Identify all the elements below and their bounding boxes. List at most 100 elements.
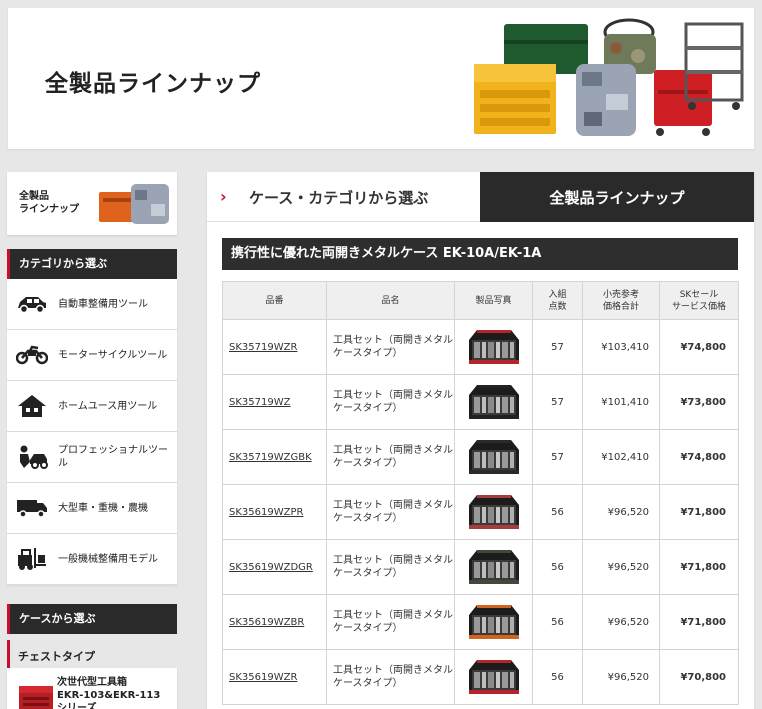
sidebar-item-general-machinery[interactable]: 一般機械整備用モデル (7, 534, 177, 585)
product-name: 工具セット（両開きメタルケースタイプ） (326, 539, 455, 595)
col-header-sale: SKセール サービス価格 (659, 281, 739, 320)
retail-price: ¥102,410 (582, 429, 660, 485)
mechanic-icon (15, 443, 49, 471)
table-row: SK35619WZR 工具セット（両開きメタルケースタイプ） 56 ¥96,520 ¥7… (222, 649, 739, 705)
tool-kit-photo[interactable] (467, 491, 521, 533)
product-code-cell: SK35619WZR (222, 649, 327, 705)
ekr-chest-label: 次世代型工具箱 EKR-103&EKR-113 シリーズ (57, 677, 161, 709)
product-table: 品番 品名 製品写真 入組 点数 小売参考 価格合計 SKセール サービス価格 … (222, 281, 739, 705)
sale-price: ¥70,800 (659, 649, 739, 705)
product-code-link[interactable]: SK35619WZPR (229, 507, 303, 518)
parts-count: 57 (532, 374, 583, 430)
product-code-link[interactable]: SK35719WZGBK (229, 452, 312, 463)
tab-label: 全製品ラインナップ (549, 189, 685, 207)
sale-price: ¥74,800 (659, 319, 739, 375)
retail-price: ¥96,520 (582, 539, 660, 595)
chest-type-heading: チェストタイプ (7, 640, 177, 668)
sale-price: ¥74,800 (659, 429, 739, 485)
sidebar-item-label: モーターサイクルツール (58, 349, 168, 361)
retail-price: ¥96,520 (582, 594, 660, 650)
tab-all-products[interactable]: 全製品ラインナップ (480, 172, 754, 222)
product-code-link[interactable]: SK35719WZR (229, 342, 297, 353)
product-photo-cell (454, 319, 533, 375)
product-code-cell: SK35719WZGBK (222, 429, 327, 485)
sale-price: ¥71,800 (659, 539, 739, 595)
parts-count: 56 (532, 649, 583, 705)
product-name: 工具セット（両開きメタルケースタイプ） (326, 649, 455, 705)
tool-kit-photo[interactable] (467, 381, 521, 423)
page-banner: 全製品ラインナップ (8, 8, 754, 149)
sale-price: ¥73,800 (659, 374, 739, 430)
lineup-thumbnail-image (99, 184, 169, 224)
tool-kit-photo[interactable] (467, 436, 521, 478)
sale-price: ¥71,800 (659, 594, 739, 650)
product-photo-cell (454, 594, 533, 650)
product-name: 工具セット（両開きメタルケースタイプ） (326, 484, 455, 540)
tool-kit-photo[interactable] (467, 326, 521, 368)
product-code-cell: SK35619WZBR (222, 594, 327, 650)
tool-kit-photo[interactable] (467, 656, 521, 698)
col-header-name: 品名 (326, 281, 455, 320)
sidebar-item-label: ホームユース用ツール (58, 400, 158, 412)
product-photo-cell (454, 429, 533, 485)
main-panel: › ケース・カテゴリから選ぶ 全製品ラインナップ 携行性に優れた両開きメタルケー… (207, 172, 754, 709)
toolbox-lineup-image (474, 18, 744, 136)
product-photo-cell (454, 539, 533, 595)
sale-price: ¥71,800 (659, 484, 739, 540)
parts-count: 57 (532, 429, 583, 485)
sidebar-lineup-card[interactable]: 全製品 ラインナップ (7, 172, 177, 235)
table-header-row: 品番 品名 製品写真 入組 点数 小売参考 価格合計 SKセール サービス価格 (222, 281, 739, 320)
sidebar-item-professional-tools[interactable]: プロフェッショナルツール (7, 432, 177, 483)
house-icon (15, 392, 49, 420)
product-code-link[interactable]: SK35619WZBR (229, 617, 304, 628)
tab-label: ケース・カテゴリから選ぶ (249, 189, 429, 207)
table-row: SK35619WZBR 工具セット（両開きメタルケースタイプ） 56 ¥96,520 ¥… (222, 594, 739, 650)
sidebar-item-home-tools[interactable]: ホームユース用ツール (7, 381, 177, 432)
product-code-cell: SK35619WZDGR (222, 539, 327, 595)
table-row: SK35719WZR 工具セット（両開きメタルケースタイプ） 57 ¥103,410 ¥… (222, 319, 739, 375)
product-code-link[interactable]: SK35619WZDGR (229, 562, 313, 573)
tool-kit-photo[interactable] (467, 546, 521, 588)
motorcycle-icon (15, 341, 49, 369)
sidebar-item-motorcycle-tools[interactable]: モーターサイクルツール (7, 330, 177, 381)
product-photo-cell (454, 649, 533, 705)
parts-count: 56 (532, 594, 583, 650)
tool-kit-photo[interactable] (467, 601, 521, 643)
retail-price: ¥96,520 (582, 649, 660, 705)
sidebar-item-car-tools[interactable]: 自動車整備用ツール (7, 279, 177, 330)
table-row: SK35619WZDGR 工具セット（両開きメタルケースタイプ） 56 ¥96,520… (222, 539, 739, 595)
tab-case-category[interactable]: › ケース・カテゴリから選ぶ (207, 172, 480, 222)
product-code-cell: SK35619WZPR (222, 484, 327, 540)
product-code-cell: SK35719WZR (222, 319, 327, 375)
product-code-link[interactable]: SK35619WZR (229, 672, 297, 683)
sidebar-item-label: 一般機械整備用モデル (58, 553, 158, 565)
product-photo-cell (454, 374, 533, 430)
table-row: SK35719WZ 工具セット（両開きメタルケースタイプ） 57 ¥101,410 ¥7… (222, 374, 739, 430)
col-header-code: 品番 (222, 281, 327, 320)
sidebar-item-label: 大型車・重機・農機 (58, 502, 148, 514)
lineup-card-label: 全製品 ラインナップ (19, 191, 79, 215)
product-name: 工具セット（両開きメタルケースタイプ） (326, 429, 455, 485)
category-heading: カテゴリから選ぶ (7, 249, 177, 279)
forklift-icon (15, 545, 49, 573)
parts-count: 56 (532, 539, 583, 595)
chevron-right-icon: › (220, 187, 227, 206)
banner-title: 全製品ラインナップ (45, 71, 261, 97)
col-header-qty: 入組 点数 (532, 281, 583, 320)
table-row: SK35719WZGBK 工具セット（両開きメタルケースタイプ） 57 ¥102,41… (222, 429, 739, 485)
car-icon (15, 290, 49, 318)
retail-price: ¥103,410 (582, 319, 660, 375)
product-code-cell: SK35719WZ (222, 374, 327, 430)
sidebar-item-ekr-chest[interactable]: 次世代型工具箱 EKR-103&EKR-113 シリーズ (7, 668, 177, 709)
product-name: 工具セット（両開きメタルケースタイプ） (326, 319, 455, 375)
sidebar-item-heavy-vehicles[interactable]: 大型車・重機・農機 (7, 483, 177, 534)
col-header-photo: 製品写真 (454, 281, 533, 320)
red-chest-thumbnail (19, 686, 53, 709)
section-title: 携行性に優れた両開きメタルケース EK-10A/EK-1A (222, 238, 738, 270)
sidebar-item-label: 自動車整備用ツール (58, 298, 148, 310)
truck-icon (15, 494, 49, 522)
product-code-link[interactable]: SK35719WZ (229, 397, 290, 408)
table-row: SK35619WZPR 工具セット（両開きメタルケースタイプ） 56 ¥96,520 ¥… (222, 484, 739, 540)
tab-bar: › ケース・カテゴリから選ぶ 全製品ラインナップ (207, 172, 754, 222)
sidebar: 全製品 ラインナップ カテゴリから選ぶ 自動車整備用ツール モーターサイクルツー… (7, 172, 177, 709)
